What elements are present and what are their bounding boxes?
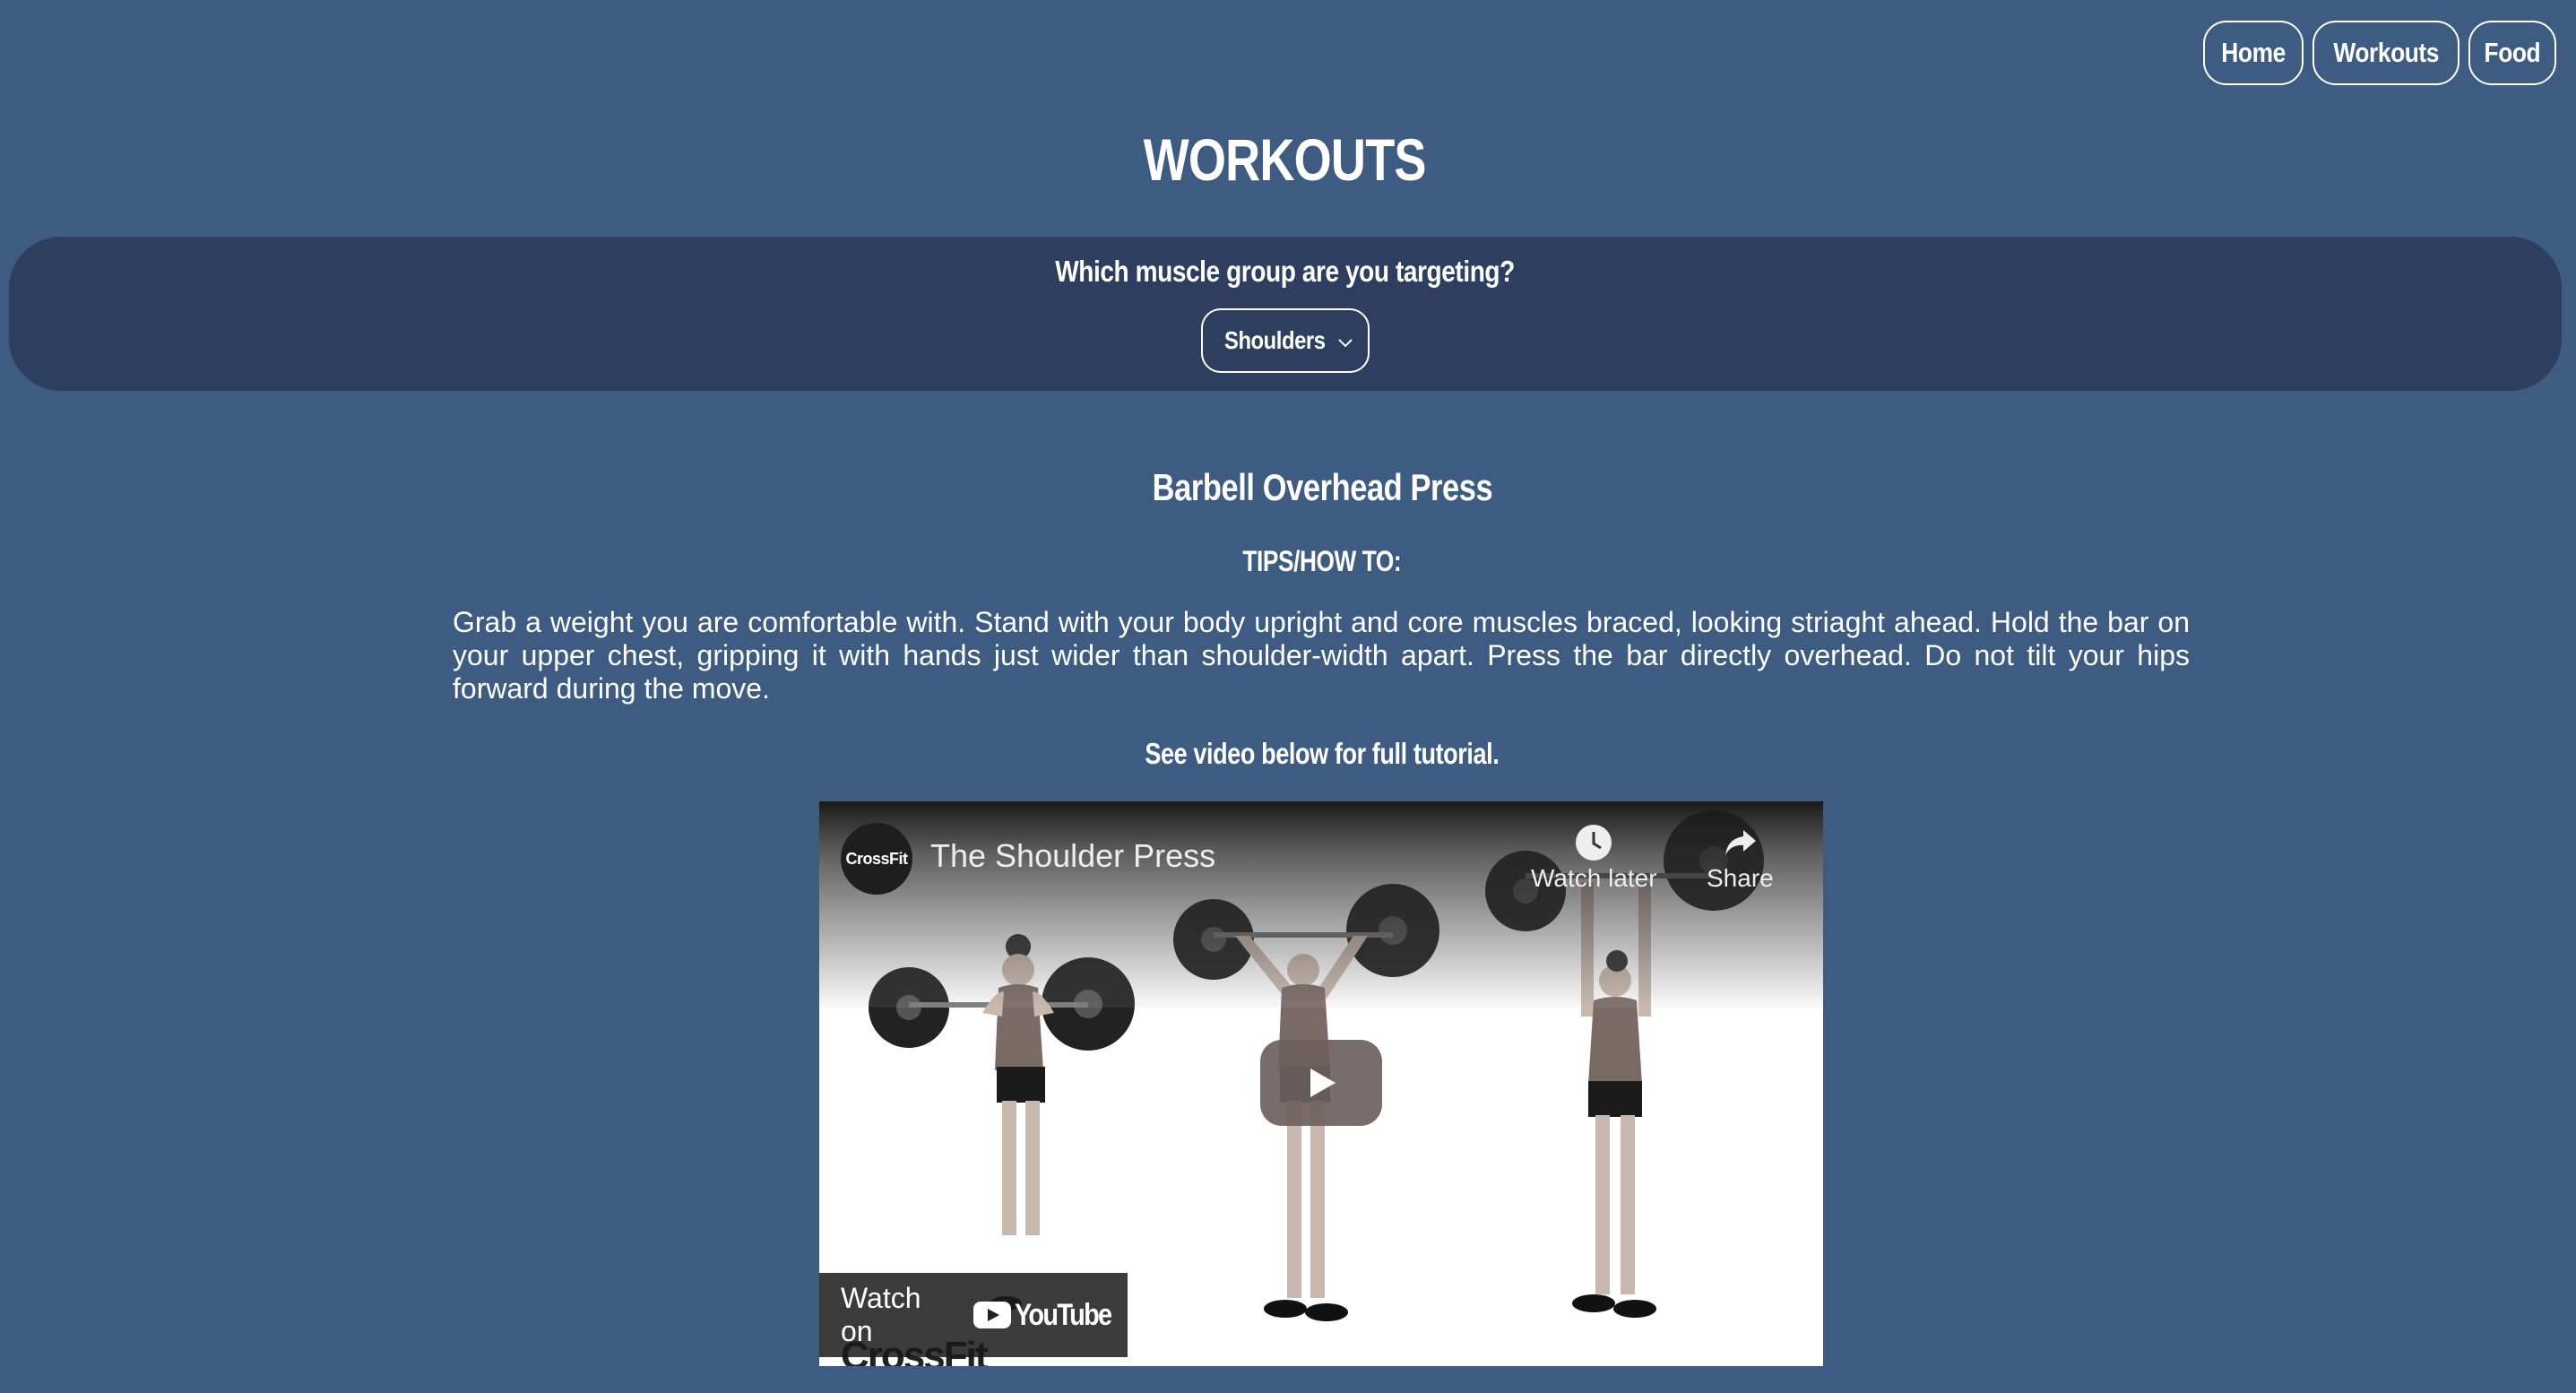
page-title: WORKOUTS [1143, 126, 1426, 193]
youtube-play-icon [972, 1302, 1011, 1328]
video-title[interactable]: The Shoulder Press [930, 837, 1215, 875]
video-embed[interactable]: CrossFit The Shoulder Press Watch later … [819, 801, 1823, 1366]
tips-heading: TIPS/HOW TO: [1242, 545, 1402, 577]
nav-home-button[interactable]: Home [2203, 21, 2304, 85]
watch-on-youtube-button[interactable]: Watch on YouTube [819, 1273, 1128, 1357]
play-icon [1310, 1069, 1336, 1097]
youtube-wordmark: YouTube [1014, 1297, 1112, 1332]
share-button[interactable]: Share [1707, 821, 1774, 893]
clock-icon [1576, 825, 1612, 861]
nav-home-label: Home [2221, 37, 2286, 68]
watch-later-label: Watch later [1531, 864, 1657, 892]
nav-food-label: Food [2484, 37, 2541, 68]
youtube-logo: YouTube [972, 1297, 1128, 1333]
tips-text: Grab a weight you are comfortable with. … [453, 606, 2190, 705]
top-nav: Home Workouts Food [2203, 21, 2556, 85]
share-label: Share [1707, 864, 1774, 892]
muscle-group-question: Which muscle group are you targeting? [1055, 255, 1516, 288]
video-top-shade [819, 801, 1823, 1008]
nav-food-button[interactable]: Food [2468, 21, 2556, 85]
share-icon [1725, 830, 1757, 855]
video-note: See video below for full tutorial. [1145, 737, 1500, 770]
channel-avatar[interactable]: CrossFit [841, 823, 912, 895]
muscle-group-select[interactable]: Shoulders [1201, 308, 1370, 373]
play-button[interactable] [1260, 1040, 1382, 1126]
chevron-down-icon [1336, 330, 1355, 359]
nav-workouts-button[interactable]: Workouts [2312, 21, 2459, 85]
muscle-group-selected-value: Shoulders [1224, 326, 1326, 354]
watch-later-button[interactable]: Watch later [1531, 821, 1657, 893]
nav-workouts-label: Workouts [2333, 37, 2439, 68]
watch-on-label: Watch on [841, 1282, 921, 1347]
muscle-group-panel: Which muscle group are you targeting? Sh… [9, 237, 2562, 391]
exercise-name: Barbell Overhead Press [1152, 466, 1492, 508]
